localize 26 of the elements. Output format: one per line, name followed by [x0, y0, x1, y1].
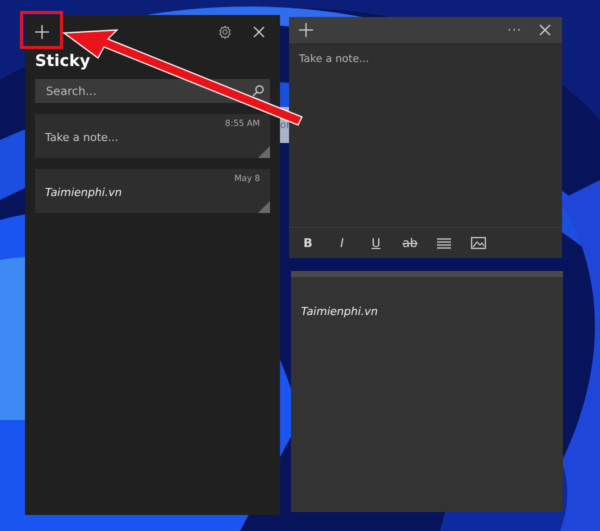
- folded-corner-icon: [258, 201, 270, 213]
- window-text: or: [280, 120, 290, 130]
- underline-button[interactable]: U: [365, 232, 387, 254]
- image-icon: [470, 237, 486, 249]
- note-preview: Taimienphi.vn: [45, 186, 123, 199]
- note-time: May 8: [234, 174, 260, 184]
- list-icon: [437, 238, 451, 248]
- plus-icon: [35, 25, 49, 39]
- search-input[interactable]: Search...: [44, 83, 252, 99]
- folded-corner-icon: [258, 146, 270, 158]
- note-card[interactable]: May 8 Taimienphi.vn: [35, 169, 270, 213]
- note-card[interactable]: 8:55 AM Take a note...: [35, 114, 270, 158]
- note-text: Taimienphi.vn: [301, 305, 379, 318]
- more-button[interactable]: ···: [504, 23, 526, 37]
- bold-button[interactable]: B: [297, 232, 319, 254]
- search-icon: [252, 85, 264, 97]
- plus-icon: [299, 23, 313, 37]
- close-icon: [253, 26, 265, 38]
- strike-button[interactable]: ab: [399, 232, 421, 254]
- note-time: 8:55 AM: [225, 119, 260, 129]
- settings-icon: [218, 25, 232, 39]
- highlight-frame: [20, 11, 63, 49]
- app-title: Sticky: [35, 51, 92, 70]
- close-icon: [539, 24, 551, 36]
- note-preview: Take a note...: [45, 131, 120, 144]
- italic-button[interactable]: I: [331, 232, 353, 254]
